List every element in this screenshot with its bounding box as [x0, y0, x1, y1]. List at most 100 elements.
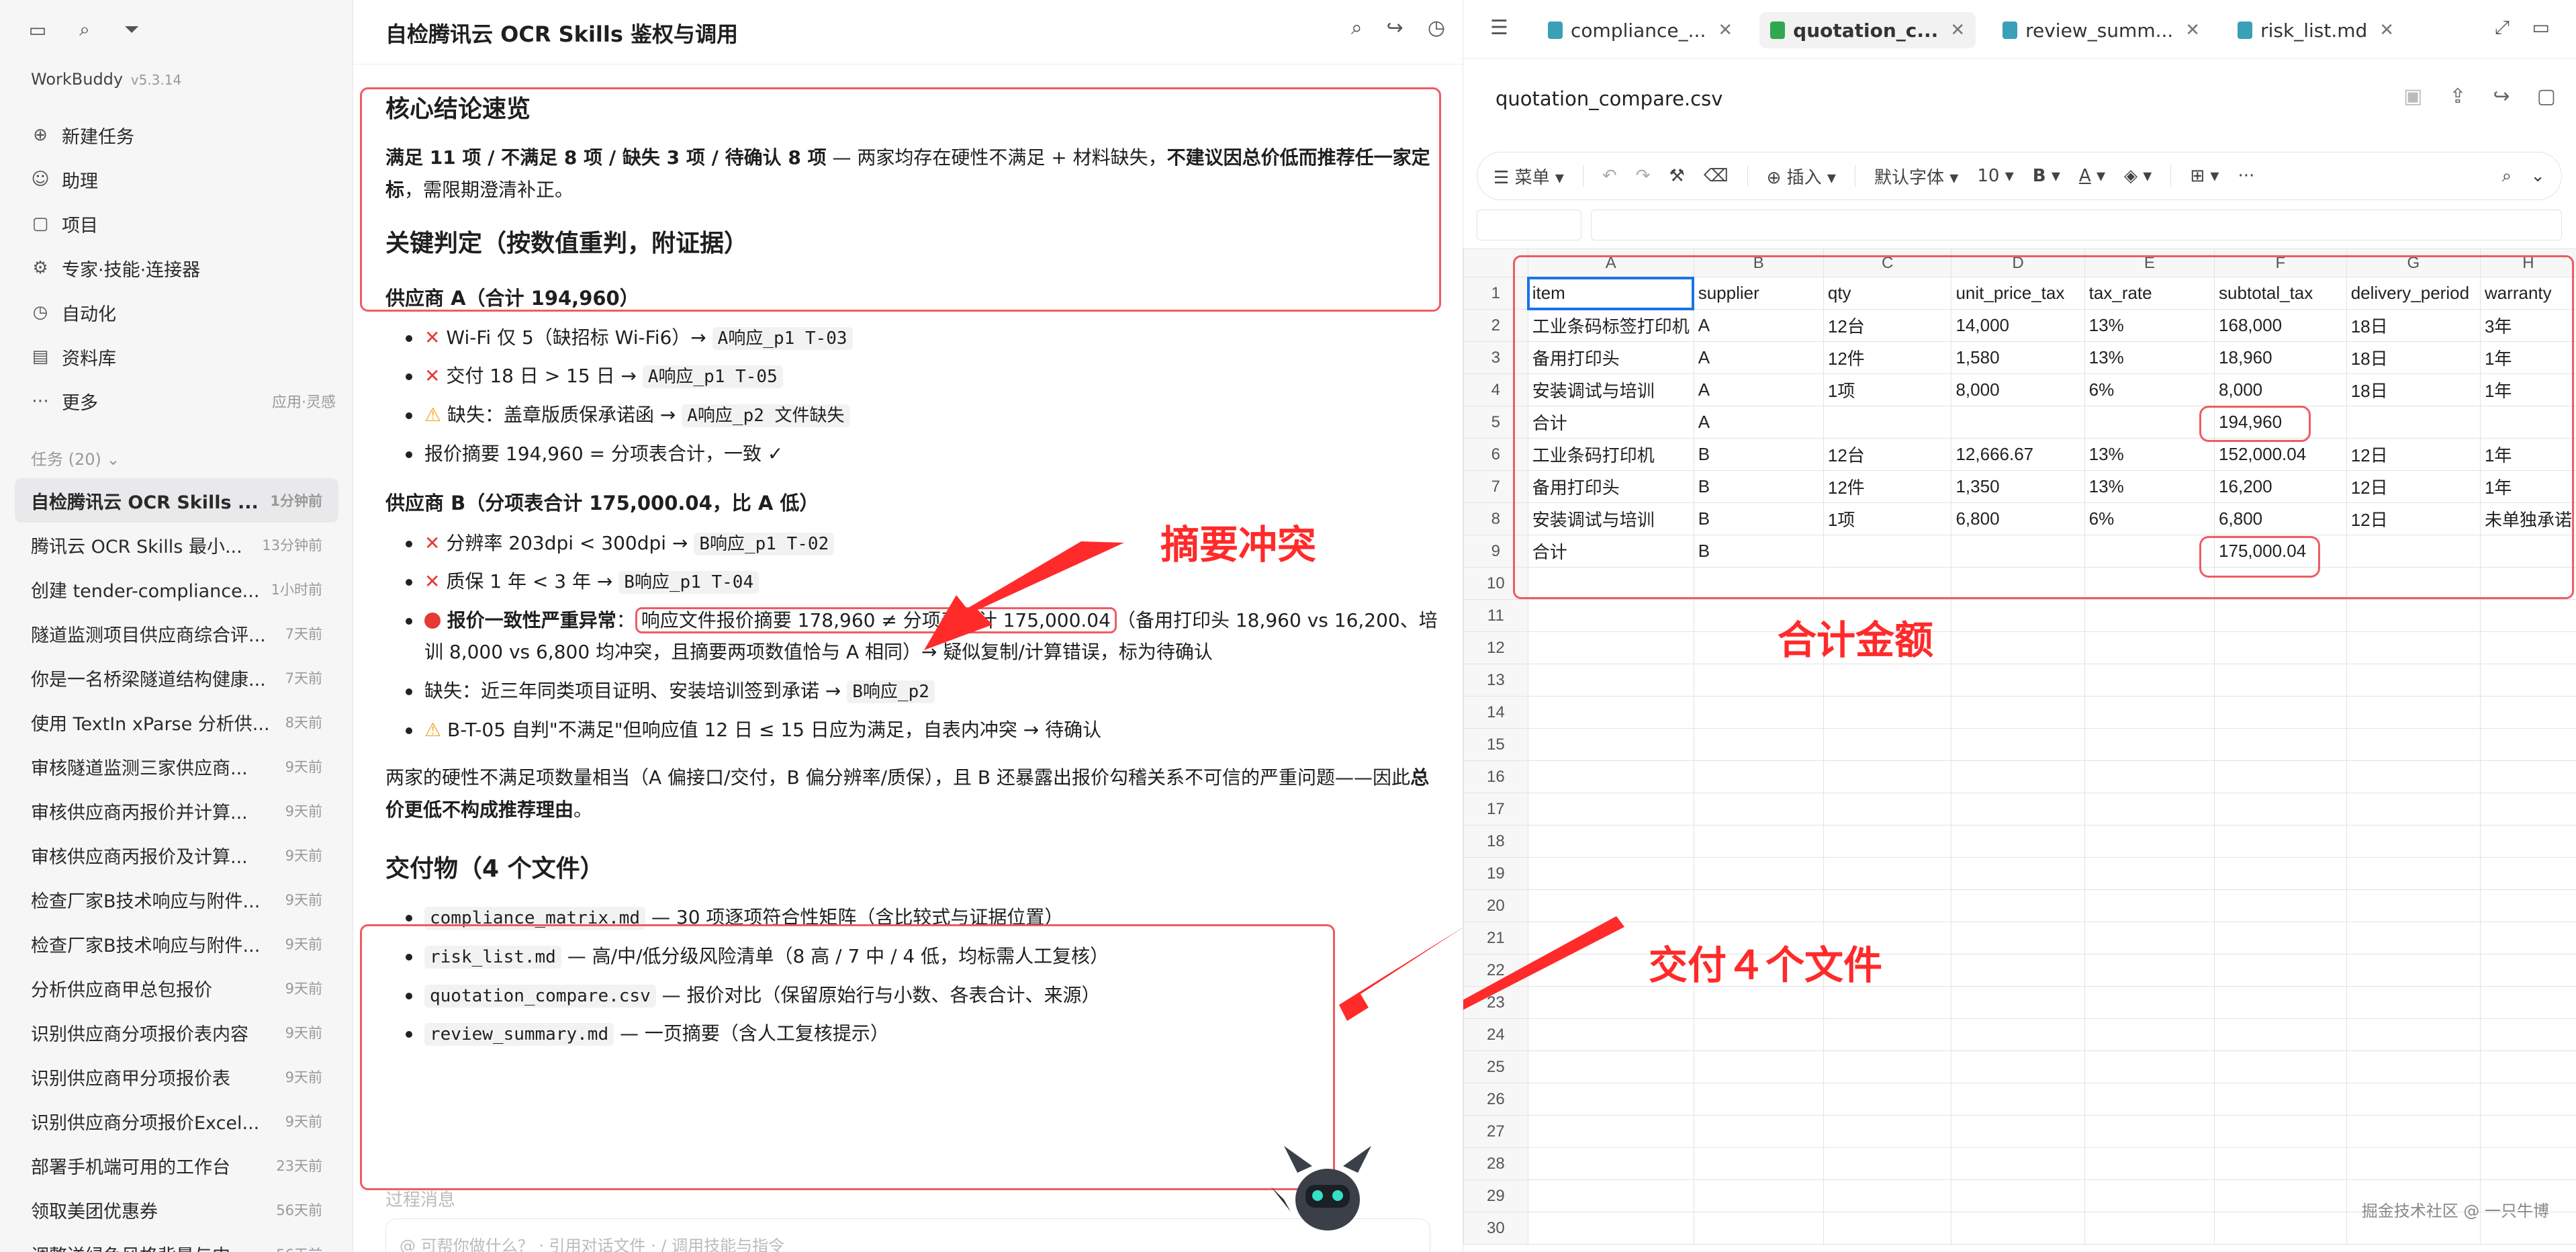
close-icon[interactable]: ✕: [2185, 20, 2200, 40]
sheet-cell[interactable]: [1823, 664, 1952, 697]
tab-0[interactable]: compliance_... ✕: [1537, 12, 1743, 48]
sheet-cell[interactable]: 1,350: [1951, 470, 2085, 503]
sheet-cell[interactable]: [2346, 728, 2481, 761]
sheet-cell[interactable]: [2479, 1115, 2576, 1148]
sheet-cell[interactable]: 合计: [1527, 406, 1694, 439]
sheet-cell[interactable]: [2084, 889, 2215, 922]
sheet-cell[interactable]: [2479, 631, 2576, 664]
sheet-cell[interactable]: [1951, 1050, 2085, 1083]
sheet-cell[interactable]: [1527, 857, 1694, 890]
more-icon[interactable]: ···: [2238, 166, 2254, 186]
sheet-cell[interactable]: [1823, 857, 1952, 890]
sheet-cell[interactable]: [2084, 1212, 2215, 1245]
menu-icon[interactable]: ☰: [1490, 16, 1508, 40]
sheet-cell[interactable]: A: [1693, 373, 1824, 406]
sheet-cell[interactable]: [1693, 1018, 1824, 1051]
sheet-cell[interactable]: 12日: [2346, 438, 2481, 471]
sheet-cell[interactable]: [2479, 1147, 2576, 1180]
sheet-cell[interactable]: [2084, 728, 2215, 761]
sheet-cell[interactable]: 6%: [2084, 502, 2215, 535]
sheet-cell[interactable]: [1527, 664, 1694, 697]
share-icon[interactable]: ↪: [2493, 85, 2510, 108]
sheet-cell[interactable]: [1527, 1179, 1694, 1212]
sheet-cell[interactable]: 1年: [2479, 470, 2576, 503]
task-item[interactable]: 分析供应商甲总包报价 9天前: [15, 966, 338, 1010]
row-number[interactable]: 21: [1463, 922, 1528, 954]
sheet-cell[interactable]: 13%: [2084, 470, 2215, 503]
sheet-cell[interactable]: 1年: [2479, 373, 2576, 406]
column-header[interactable]: C: [1823, 249, 1952, 277]
sheet-cell[interactable]: [2214, 567, 2347, 600]
sheet-cell[interactable]: [1527, 599, 1694, 632]
sheet-cell[interactable]: [2214, 1018, 2347, 1051]
sheet-cell[interactable]: [1951, 793, 2085, 825]
sidebar-item-1[interactable]: ☺ 助理: [27, 157, 336, 202]
task-item[interactable]: 调整送绿色风格背景与内... 56天前: [15, 1232, 338, 1252]
sheet-cell[interactable]: [2346, 1018, 2481, 1051]
deliverable-file[interactable]: compliance_matrix.md: [424, 907, 646, 930]
task-item[interactable]: 你是一名桥梁隧道结构健康... 7天前: [15, 656, 338, 700]
sheet-cell[interactable]: 8,000: [1951, 373, 2085, 406]
search-icon[interactable]: ⌕: [1351, 16, 1363, 40]
sheet-cell[interactable]: 12台: [1823, 309, 1952, 342]
search-icon[interactable]: ⌕: [73, 17, 97, 42]
sheet-cell[interactable]: [2346, 631, 2481, 664]
sheet-cell[interactable]: [2084, 1083, 2215, 1116]
sheet-cell[interactable]: [1951, 728, 2085, 761]
sheet-cell[interactable]: [1693, 728, 1824, 761]
sheet-cell[interactable]: 6,800: [1951, 502, 2085, 535]
row-number[interactable]: 27: [1463, 1115, 1528, 1148]
sheet-cell[interactable]: [2346, 760, 2481, 793]
sheet-cell[interactable]: [2214, 1083, 2347, 1116]
sheet-cell[interactable]: [1951, 857, 2085, 890]
task-item[interactable]: 腾讯云 OCR Skills 最小... 13分钟前: [15, 523, 338, 567]
sheet-cell[interactable]: [2479, 535, 2576, 568]
sheet-cell[interactable]: [2346, 1083, 2481, 1116]
sheet-cell[interactable]: qty: [1823, 277, 1952, 310]
task-item[interactable]: 使用 TextIn xParse 分析供... 8天前: [15, 700, 338, 744]
sheet-cell[interactable]: [1823, 1115, 1952, 1148]
sheet-cell[interactable]: [2084, 631, 2215, 664]
row-number[interactable]: 18: [1463, 825, 1528, 858]
collapse-icon[interactable]: ⌄: [2530, 166, 2545, 186]
sheet-cell[interactable]: [1951, 1179, 2085, 1212]
sheet-cell[interactable]: [2214, 825, 2347, 858]
share-icon[interactable]: ↪: [1387, 16, 1404, 40]
sheet-cell[interactable]: [2479, 986, 2576, 1019]
sheet-cell[interactable]: [2346, 857, 2481, 890]
sheet-cell[interactable]: [1527, 1115, 1694, 1148]
sheet-cell[interactable]: [1951, 406, 2085, 439]
filter-icon[interactable]: ⏷: [120, 17, 144, 42]
row-number[interactable]: 14: [1463, 696, 1528, 729]
deliverable-file[interactable]: quotation_compare.csv: [424, 984, 656, 1008]
sheet-cell[interactable]: [1693, 1212, 1824, 1245]
sheet-cell[interactable]: A: [1693, 309, 1824, 342]
sheet-cell[interactable]: [2346, 954, 2481, 987]
sheet-cell[interactable]: [2346, 599, 2481, 632]
sheet-cell[interactable]: 13%: [2084, 309, 2215, 342]
sheet-cell[interactable]: 12日: [2346, 470, 2481, 503]
sheet-cell[interactable]: [2084, 922, 2215, 954]
row-number[interactable]: 26: [1463, 1083, 1528, 1116]
row-number[interactable]: 25: [1463, 1050, 1528, 1083]
task-item[interactable]: 创建 tender-compliance... 1小时前: [15, 567, 338, 611]
sheet-cell[interactable]: 175,000.04: [2214, 535, 2347, 568]
font-select[interactable]: 默认字体 ▾: [1874, 164, 1958, 189]
sheet-cell[interactable]: [2084, 1179, 2215, 1212]
sheet-cell[interactable]: [1823, 889, 1952, 922]
sheet-cell[interactable]: 12件: [1823, 470, 1952, 503]
row-number[interactable]: 30: [1463, 1212, 1528, 1245]
task-item[interactable]: 领取美团优惠券 56天前: [15, 1188, 338, 1232]
sheet-cell[interactable]: [2479, 760, 2576, 793]
sidebar-item-2[interactable]: ▢ 项目: [27, 202, 336, 246]
sheet-cell[interactable]: [2479, 922, 2576, 954]
sheet-cell[interactable]: [2214, 599, 2347, 632]
sheet-cell[interactable]: [2479, 406, 2576, 439]
sheet-cell[interactable]: 3年: [2479, 309, 2576, 342]
sheet-cell[interactable]: [1823, 1147, 1952, 1180]
sheet-cell[interactable]: 14,000: [1951, 309, 2085, 342]
tab-2[interactable]: review_summ... ✕: [1992, 12, 2211, 48]
row-number[interactable]: 15: [1463, 728, 1528, 761]
sheet-cell[interactable]: 18日: [2346, 373, 2481, 406]
sheet-cell[interactable]: [2214, 728, 2347, 761]
